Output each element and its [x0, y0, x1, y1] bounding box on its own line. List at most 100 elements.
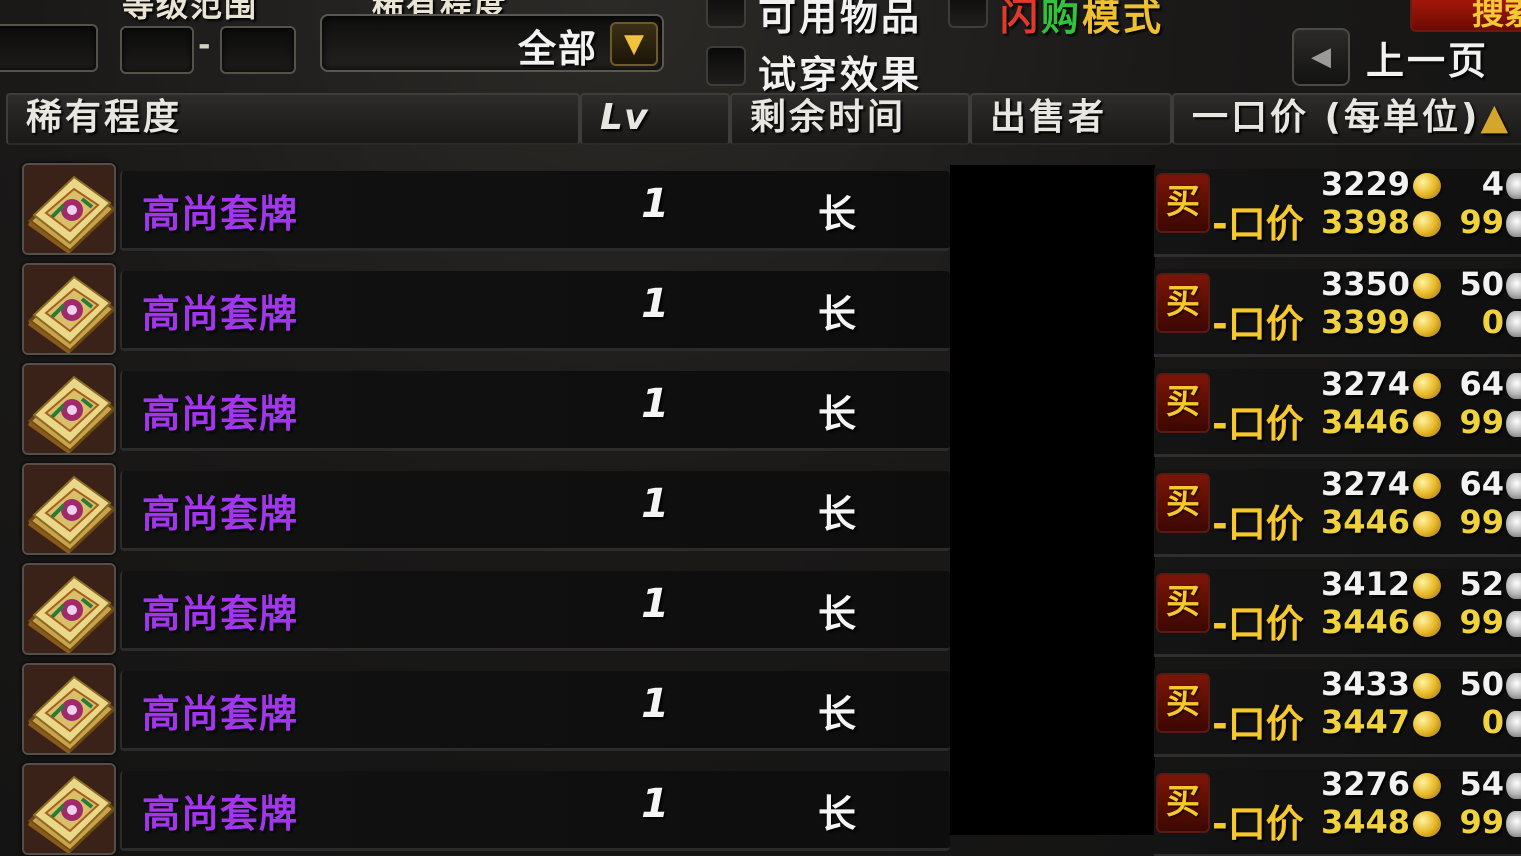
dropdown-arrow-icon[interactable]: ▼ — [610, 22, 658, 66]
item-name[interactable]: 高尚套牌 — [142, 683, 298, 738]
bid-silver: 50 — [1459, 665, 1504, 703]
buyout-silver: 99 — [1459, 203, 1504, 241]
search-button[interactable]: 搜索 — [1410, 0, 1521, 32]
buy-button[interactable]: 买 — [1156, 173, 1210, 233]
min-level-field[interactable] — [120, 26, 194, 74]
auction-row[interactable]: 高尚套牌 1 长 买 -口价 3274 64 3446 99 — [0, 363, 1521, 463]
silver-coin-icon — [1506, 411, 1521, 437]
gold-coin-icon — [1413, 473, 1441, 499]
column-level[interactable]: Lv — [580, 93, 730, 145]
item-name[interactable]: 高尚套牌 — [142, 383, 298, 438]
gold-coin-icon — [1413, 573, 1441, 599]
bid-silver: 4 — [1481, 165, 1504, 203]
gold-coin-icon — [1413, 311, 1441, 337]
item-name[interactable]: 高尚套牌 — [142, 483, 298, 538]
card-deck-icon[interactable] — [22, 363, 116, 455]
auction-row[interactable]: 高尚套牌 1 长 买 -口价 3412 52 3446 99 — [0, 563, 1521, 663]
silver-coin-icon — [1506, 711, 1521, 737]
buyout-silver: 99 — [1459, 603, 1504, 641]
bid-gold: 3274 — [1320, 365, 1410, 403]
item-name[interactable]: 高尚套牌 — [142, 783, 298, 838]
bid-silver: 64 — [1459, 465, 1504, 503]
buy-button[interactable]: 买 — [1156, 473, 1210, 533]
silver-coin-icon — [1506, 811, 1521, 837]
buyout-gold: 3446 — [1320, 403, 1410, 441]
item-name[interactable]: 高尚套牌 — [142, 583, 298, 638]
bid-gold: 3350 — [1320, 265, 1410, 303]
buy-button[interactable]: 买 — [1156, 373, 1210, 433]
usable-items-label: 可用物品 — [758, 0, 923, 39]
item-time-left: 长 — [818, 192, 857, 236]
prev-page-label[interactable]: 上一页 — [1366, 30, 1489, 85]
item-time-left: 长 — [818, 592, 857, 636]
buyout-gold: 3447 — [1320, 703, 1410, 741]
card-deck-icon[interactable] — [22, 763, 116, 855]
buy-button[interactable]: 买 — [1156, 573, 1210, 633]
prev-arrow-icon: ◀ — [1311, 42, 1331, 72]
silver-coin-icon — [1506, 311, 1521, 337]
card-deck-icon[interactable] — [22, 463, 116, 555]
auction-row[interactable]: 高尚套牌 1 长 买 -口价 3229 4 3398 99 — [0, 163, 1521, 263]
item-level: 1 — [641, 381, 669, 427]
card-deck-icon[interactable] — [22, 163, 116, 255]
item-time-left: 长 — [818, 492, 857, 536]
buyout-silver: 99 — [1459, 403, 1504, 441]
gold-coin-icon — [1413, 273, 1441, 299]
gold-coin-icon — [1413, 773, 1441, 799]
silver-coin-icon — [1506, 373, 1521, 399]
buyout-silver: 99 — [1459, 503, 1504, 541]
item-time-left: 长 — [818, 792, 857, 836]
item-level: 1 — [641, 581, 669, 627]
usable-items-checkbox[interactable] — [706, 0, 746, 28]
buyout-gold: 3448 — [1320, 803, 1410, 841]
bid-gold: 3433 — [1320, 665, 1410, 703]
max-level-field[interactable] — [220, 26, 296, 74]
column-seller[interactable]: 出售者 — [970, 93, 1172, 145]
silver-coin-icon — [1506, 273, 1521, 299]
flash-buy-label: 闪购模式 — [1000, 0, 1164, 41]
gold-coin-icon — [1413, 611, 1441, 637]
column-rarity[interactable]: 稀有程度 — [6, 93, 580, 145]
buyout-gold: 3446 — [1320, 503, 1410, 541]
silver-coin-icon — [1506, 773, 1521, 799]
bid-silver: 52 — [1459, 565, 1504, 603]
card-deck-icon[interactable] — [22, 263, 116, 355]
gold-coin-icon — [1413, 673, 1441, 699]
column-time-left[interactable]: 剩余时间 — [730, 93, 970, 145]
preview-checkbox[interactable] — [706, 46, 746, 86]
bid-gold: 3274 — [1320, 465, 1410, 503]
bid-gold: 3276 — [1320, 765, 1410, 803]
item-time-left: 长 — [818, 292, 857, 336]
sort-arrow-icon: ▲ — [1480, 97, 1512, 138]
item-name[interactable]: 高尚套牌 — [142, 183, 298, 238]
buy-button[interactable]: 买 — [1156, 673, 1210, 733]
bid-gold: 3229 — [1320, 165, 1410, 203]
silver-coin-icon — [1506, 173, 1521, 199]
card-deck-icon[interactable] — [22, 563, 116, 655]
flash-buy-text: 闪购模式 — [1000, 0, 1165, 39]
search-name-field[interactable] — [0, 24, 98, 72]
bid-silver: 54 — [1459, 765, 1504, 803]
prev-page-button[interactable]: ◀ — [1292, 28, 1350, 86]
card-deck-icon[interactable] — [22, 663, 116, 755]
buy-button[interactable]: 买 — [1156, 773, 1210, 833]
buyout-label: -口价 — [1212, 802, 1304, 846]
column-buyout[interactable]: 一口价 (每单位)▲ — [1172, 93, 1521, 145]
gold-coin-icon — [1413, 411, 1441, 437]
flash-buy-checkbox[interactable] — [948, 0, 988, 28]
auction-row[interactable]: 高尚套牌 1 长 买 -口价 3274 64 3446 99 — [0, 463, 1521, 563]
silver-coin-icon — [1506, 611, 1521, 637]
level-range-separator: - — [198, 28, 211, 63]
auction-row[interactable]: 高尚套牌 1 长 买 -口价 3276 54 3448 99 — [0, 763, 1521, 856]
item-level: 1 — [641, 281, 669, 327]
item-level: 1 — [641, 781, 669, 827]
item-level: 1 — [641, 681, 669, 727]
auction-row[interactable]: 高尚套牌 1 长 买 -口价 3433 50 3447 0 — [0, 663, 1521, 763]
buy-button[interactable]: 买 — [1156, 273, 1210, 333]
rarity-dropdown[interactable]: 全部 ▼ — [320, 14, 664, 72]
level-range-label: 等级范围 — [122, 0, 259, 24]
auction-row[interactable]: 高尚套牌 1 长 买 -口价 3350 50 3399 0 — [0, 263, 1521, 363]
item-name[interactable]: 高尚套牌 — [142, 283, 298, 338]
item-level: 1 — [641, 481, 669, 527]
buyout-gold: 3446 — [1320, 603, 1410, 641]
